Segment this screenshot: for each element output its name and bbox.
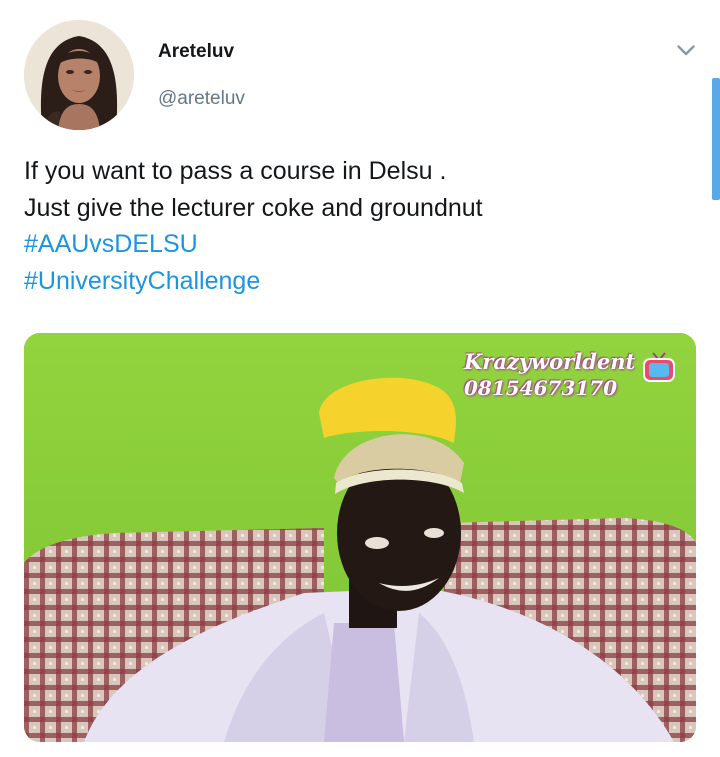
scrollbar[interactable] — [712, 78, 720, 200]
avatar[interactable] — [24, 20, 134, 130]
tweet-card: Areteluv @areteluv If you want to pass a… — [0, 0, 720, 757]
hashtag-universitychallenge[interactable]: #UniversityChallenge — [24, 267, 260, 295]
tweet-text: If you want to pass a course in Delsu . … — [24, 153, 684, 299]
watermark-phone: 08154673170 — [464, 376, 618, 400]
chevron-down-icon — [677, 44, 695, 55]
tv-icon — [643, 352, 675, 382]
watermark-name: Krazyworldent — [464, 349, 636, 374]
avatar-photo — [24, 20, 134, 130]
tweet-line-2: Just give the lecturer coke and groundnu… — [24, 193, 483, 222]
tweet-media-image[interactable]: Krazyworldent 08154673170 — [24, 333, 696, 742]
display-name[interactable]: Areteluv — [158, 41, 234, 63]
watermark: Krazyworldent 08154673170 — [464, 348, 635, 402]
tweet-line-1: If you want to pass a course in Delsu . — [24, 157, 447, 185]
hashtag-aauvsdelsu[interactable]: #AAUvsDELSU — [24, 230, 198, 258]
user-handle[interactable]: @areteluv — [158, 88, 245, 110]
tweet-menu-button[interactable] — [672, 38, 700, 62]
